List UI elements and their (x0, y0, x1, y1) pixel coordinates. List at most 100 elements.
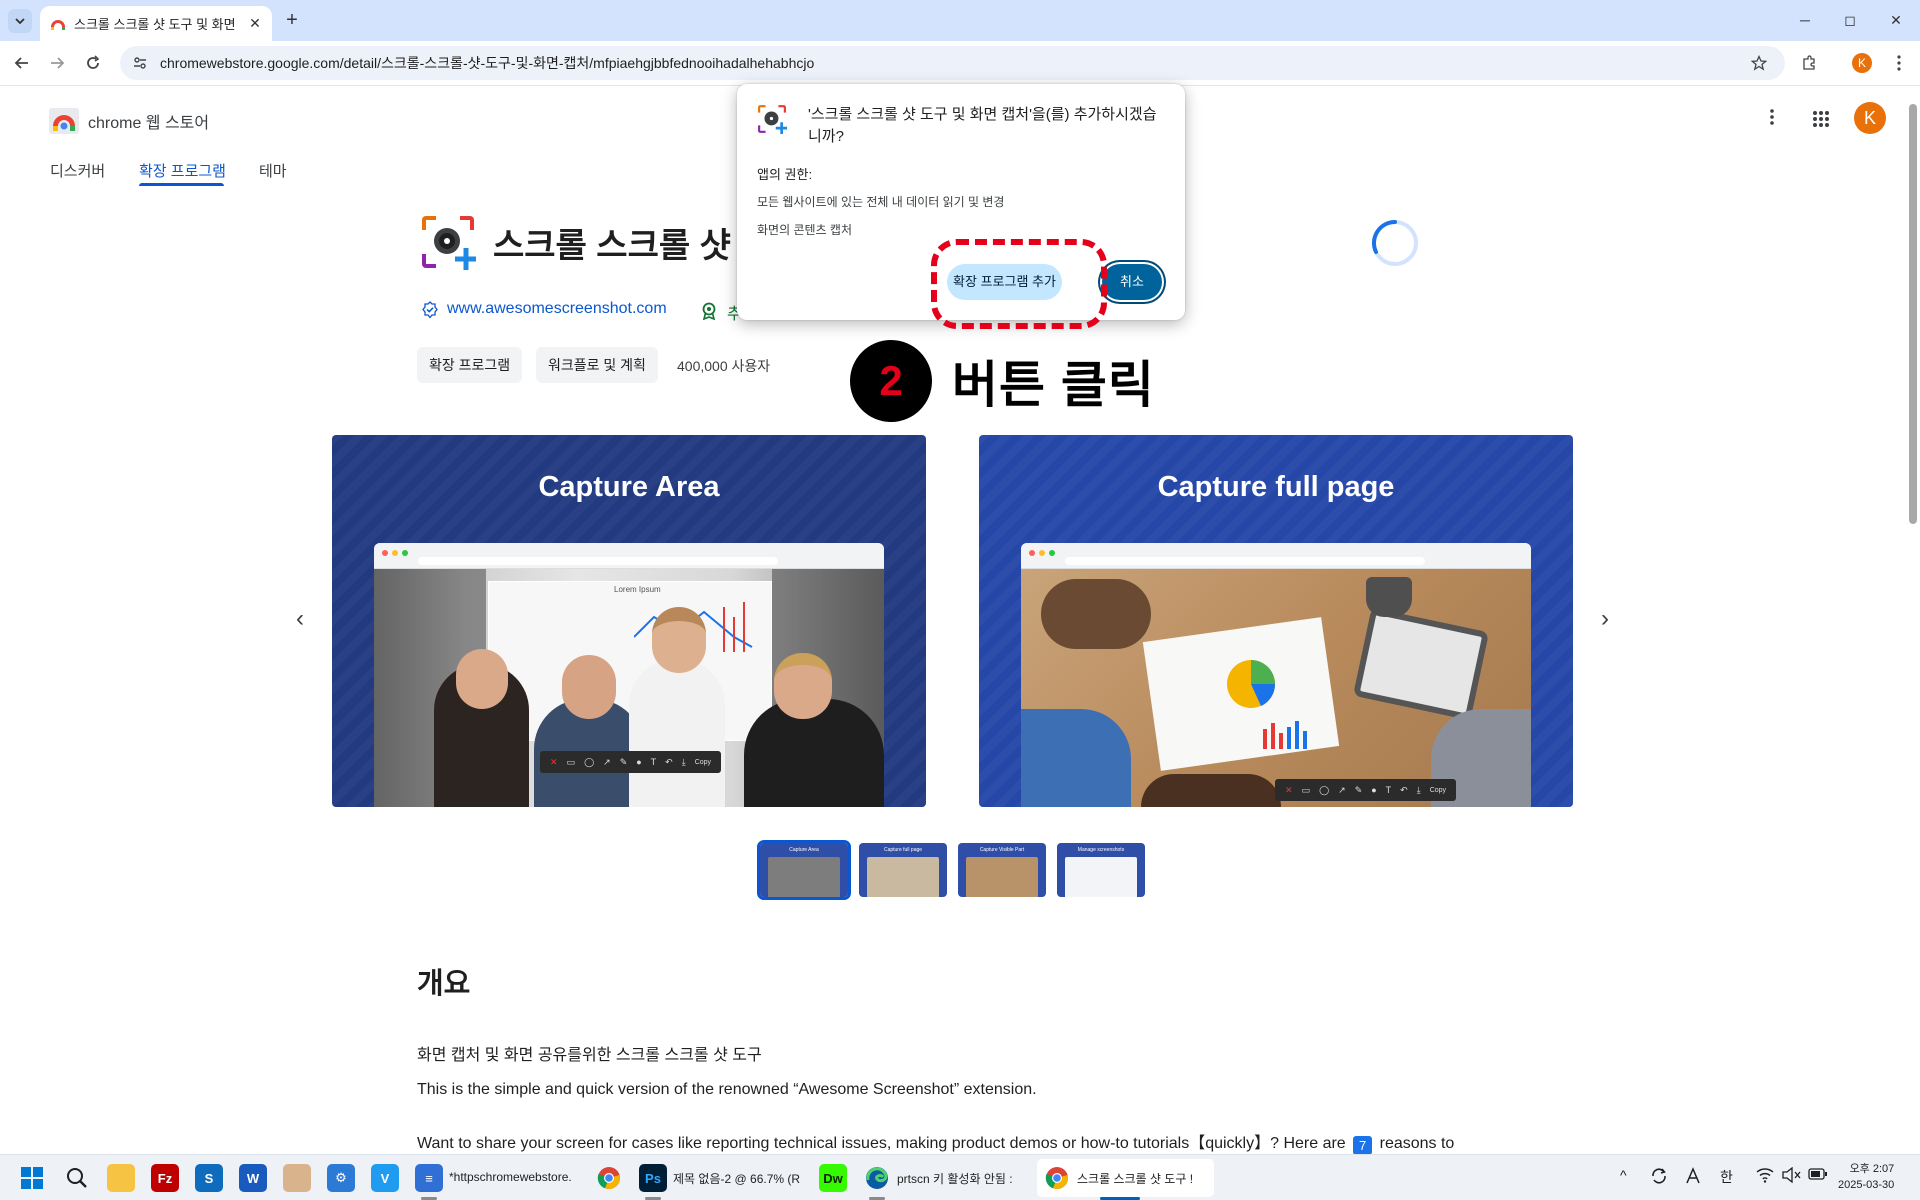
ime-indicator[interactable]: 한 (1720, 1167, 1733, 1187)
carousel-thumbnail[interactable]: Capture Visible Part (958, 843, 1046, 897)
carousel-prev-button[interactable]: ‹ (288, 607, 312, 632)
url-text: chromewebstore.google.com/detail/스크롤-스크롤… (160, 55, 815, 71)
tab-title: 스크롤 스크롤 샷 도구 및 화면 (74, 17, 236, 32)
tab-strip: 스크롤 스크롤 샷 도구 및 화면 ✕ + ─ ◻ ✕ (0, 0, 1920, 41)
site-info-icon[interactable] (132, 55, 148, 71)
slide-screenshot: Lorem Ipsum ✕ ▭ ◯ ↗ ✎ ● T ↶ ⤓ Copy (374, 543, 884, 807)
verified-badge-icon (422, 301, 438, 319)
overview-paragraph: Want to share your screen for cases like… (417, 1135, 1455, 1155)
extensions-icon[interactable] (1796, 50, 1822, 76)
featured-badge-icon (702, 302, 716, 320)
extension-icon (422, 216, 476, 270)
annotation-toolbar: ✕ ▭ ◯ ↗ ✎ ● T ↶ ⤓ Copy (1275, 779, 1457, 801)
word-icon[interactable]: W (239, 1164, 267, 1192)
reload-icon[interactable] (80, 50, 106, 76)
tab-close-icon[interactable]: ✕ (246, 15, 264, 33)
nav-tab-themes[interactable]: 테마 (259, 160, 287, 181)
photoshop-icon[interactable]: Ps (639, 1164, 667, 1192)
scrollbar-thumb[interactable] (1909, 104, 1917, 524)
carousel-thumbnail[interactable]: Capture full page (859, 843, 947, 897)
chrome-web-store-logo-icon[interactable] (49, 106, 79, 134)
keycap-number-badge: 7 (1353, 1136, 1373, 1155)
system-clock[interactable]: 오후 2:07 2025-03-30 (1838, 1161, 1894, 1193)
back-icon[interactable] (9, 50, 35, 76)
forward-icon[interactable] (44, 50, 70, 76)
game-icon[interactable] (283, 1164, 311, 1192)
taskbar-label[interactable]: 스크롤 스크롤 샷 도구 ! (1077, 1170, 1212, 1187)
taskbar-label[interactable]: prtscn 키 활성화 안됨 : (897, 1170, 1025, 1187)
extension-title: 스크롤 스크롤 샷 (493, 227, 731, 265)
taskbar: Fz S W ⚙ V ≡ *httpschromewebstore. Ps 제목… (0, 1154, 1920, 1200)
overview-paragraph: This is the simple and quick version of … (417, 1081, 1037, 1098)
store-profile-avatar[interactable]: K (1854, 102, 1886, 134)
clock-date: 2025-03-30 (1838, 1179, 1895, 1191)
nav-tab-discover[interactable]: 디스커버 (50, 160, 105, 181)
bookmark-star-icon[interactable] (1746, 50, 1772, 76)
highlight-box (931, 239, 1107, 329)
step-instruction: 버튼 클릭 (952, 357, 1155, 413)
windows-start-icon[interactable] (18, 1164, 46, 1192)
address-bar[interactable]: chromewebstore.google.com/detail/스크롤-스크롤… (120, 46, 1785, 80)
category-chip-extension[interactable]: 확장 프로그램 (417, 347, 523, 383)
tray-overflow-icon[interactable]: ^ (1620, 1167, 1627, 1183)
file-explorer-icon[interactable] (107, 1164, 135, 1192)
whiteboard-label: Lorem Ipsum (614, 585, 661, 594)
taskbar-label[interactable]: 제목 없음-2 @ 66.7% (R (673, 1170, 803, 1187)
chrome-icon[interactable] (595, 1164, 623, 1192)
slide-screenshot: ✕ ▭ ◯ ↗ ✎ ● T ↶ ⤓ Copy (1021, 543, 1531, 807)
permission-item: 모든 웹사이트에 있는 전체 내 데이터 읽기 및 변경 (757, 195, 1005, 209)
sync-icon[interactable] (1650, 1167, 1668, 1185)
chrome-web-store-favicon-icon (51, 19, 65, 30)
step-number-badge: 2 (850, 340, 932, 422)
carousel-next-button[interactable]: › (1593, 607, 1617, 632)
clock-time: 오후 2:07 (1849, 1163, 1895, 1175)
carousel-slide[interactable]: Capture Area Lorem Ipsum ✕ ▭ ◯ ↗ ✎ ● T ↶… (332, 435, 926, 807)
extension-icon (758, 105, 787, 134)
filezilla-icon[interactable]: Fz (151, 1164, 179, 1192)
dialog-title: '스크롤 스크롤 샷 도구 및 화면 캡처'을(를) 추가하시겠습니까? (808, 106, 1157, 145)
volume-muted-icon[interactable] (1782, 1167, 1802, 1183)
chevron-down-icon (15, 18, 25, 25)
menu-icon[interactable] (1886, 50, 1912, 76)
browser-toolbar: chromewebstore.google.com/detail/스크롤-스크롤… (0, 41, 1920, 86)
overview-summary: 화면 캡처 및 화면 공유를위한 스크롤 스크롤 샷 도구 (417, 1047, 762, 1064)
close-window-button[interactable]: ✕ (1884, 8, 1908, 32)
dreamweaver-icon[interactable]: Dw (819, 1164, 847, 1192)
more-options-icon[interactable] (1770, 108, 1774, 126)
new-tab-button[interactable]: + (282, 10, 302, 30)
store-name[interactable]: chrome 웹 스토어 (88, 109, 209, 133)
annotation-toolbar: ✕ ▭ ◯ ↗ ✎ ● T ↶ ⤓ Copy (540, 751, 722, 773)
permission-item: 화면의 콘텐츠 캡처 (757, 223, 852, 237)
tab-search-button[interactable] (8, 9, 32, 33)
chrome-icon[interactable] (1043, 1164, 1071, 1192)
category-chip-workflow[interactable]: 워크플로 및 계획 (536, 347, 658, 383)
search-icon[interactable] (63, 1164, 91, 1192)
slide-title: Capture full page (1157, 471, 1395, 503)
google-apps-icon[interactable] (1812, 110, 1830, 128)
active-tab[interactable]: 스크롤 스크롤 샷 도구 및 화면 ✕ (40, 6, 272, 41)
taskbar-label[interactable]: *httpschromewebstore. (449, 1170, 577, 1184)
loading-spinner-icon (1372, 219, 1418, 266)
slide-title: Capture Area (538, 471, 720, 503)
nav-tab-extensions[interactable]: 확장 프로그램 (139, 160, 226, 181)
wifi-icon[interactable] (1756, 1167, 1774, 1183)
store-icon[interactable]: S (195, 1164, 223, 1192)
vscode-icon[interactable]: V (371, 1164, 399, 1192)
developer-website-link[interactable]: www.awesomescreenshot.com (447, 300, 667, 318)
settings-app-icon[interactable]: ⚙ (327, 1164, 355, 1192)
overview-heading: 개요 (417, 968, 471, 1000)
carousel-thumbnail[interactable]: Manage screenshots (1057, 843, 1145, 897)
carousel-thumbnail[interactable]: Capture Area (757, 840, 851, 900)
battery-icon[interactable] (1808, 1167, 1828, 1181)
profile-avatar[interactable]: K (1852, 53, 1872, 73)
minimize-button[interactable]: ─ (1793, 8, 1817, 32)
maximize-button[interactable]: ◻ (1838, 8, 1862, 32)
active-tab-indicator (139, 183, 224, 186)
cancel-button[interactable]: 취소 (1102, 264, 1162, 300)
carousel-slide[interactable]: Capture full page ✕ ▭ ◯ ↗ ✎ ● T ↶ ⤓ Copy (979, 435, 1573, 807)
user-count: 400,000 사용자 (677, 358, 771, 374)
notepad-icon[interactable]: ≡ (415, 1164, 443, 1192)
pen-icon[interactable] (1684, 1167, 1702, 1185)
permissions-heading: 앱의 권한: (757, 167, 813, 182)
edge-icon[interactable] (863, 1164, 891, 1192)
